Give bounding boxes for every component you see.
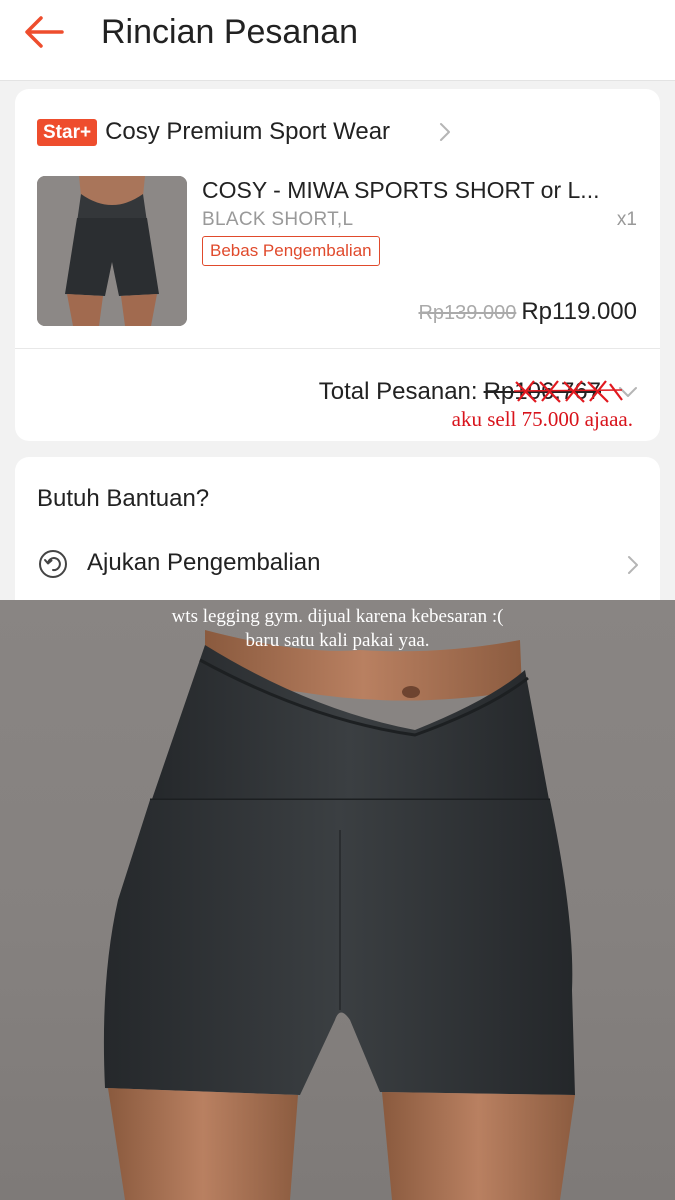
return-request-item[interactable]: Ajukan Pengembalian (37, 545, 639, 585)
chevron-right-icon (628, 556, 638, 574)
star-plus-badge: Star+ (37, 118, 98, 146)
top-bar: Rincian Pesanan (0, 0, 675, 81)
total-label: Total Pesanan: (318, 378, 478, 405)
caption-line-1: wts legging gym. dijual karena kebesaran… (171, 606, 504, 627)
price-row: Rp139.000 Rp119.000 (418, 298, 637, 326)
free-return-badge: Bebas Pengembalian (202, 236, 380, 266)
shop-header[interactable]: Star+ Cosy Premium Sport Wear (37, 117, 390, 147)
product-quantity: x1 (616, 209, 637, 230)
shorts-image (37, 176, 187, 326)
shorts-photo (103, 630, 576, 1200)
help-item-label: Ajukan Pengembalian (87, 549, 321, 576)
divider (15, 348, 660, 349)
shop-name: Cosy Premium Sport Wear (105, 118, 391, 145)
order-total-row[interactable]: Total Pesanan: Rp106.767 (319, 378, 639, 406)
original-price: Rp139.000 (418, 302, 517, 324)
order-card: Star+ Cosy Premium Sport Wear COSY - MIW… (15, 89, 660, 441)
return-icon (39, 550, 67, 578)
scribble-mark (513, 380, 623, 403)
caption-line-2: baru satu kali pakai yaa. (245, 630, 430, 651)
product-thumbnail[interactable] (37, 176, 187, 326)
arrow-left-icon (25, 16, 64, 48)
handwritten-sell-note: aku sell 75.000 ajaaa. (451, 407, 633, 431)
discount-price: Rp119.000 (521, 298, 637, 325)
help-title: Butuh Bantuan? (37, 485, 210, 512)
chevron-right-icon[interactable] (438, 122, 452, 142)
product-variant: BLACK SHORT,L (202, 209, 354, 230)
product-photo: wts legging gym. dijual karena kebesaran… (0, 600, 675, 1200)
total-value: Rp106.767 (484, 378, 623, 406)
product-name[interactable]: COSY - MIWA SPORTS SHORT or L... (202, 175, 642, 205)
back-button[interactable] (22, 14, 68, 50)
page-title: Rincian Pesanan (101, 13, 359, 51)
